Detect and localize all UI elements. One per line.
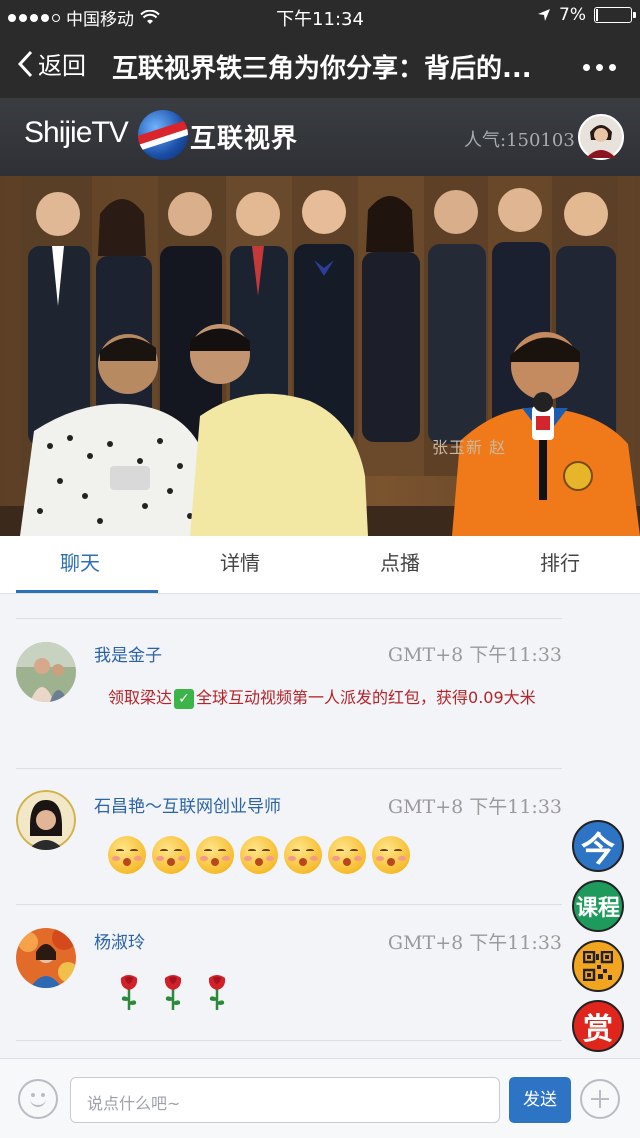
app-screen: 中国移动 下午11:34 7% 返回 互联视界铁三角为你分享：背后的... Sh… bbox=[0, 0, 640, 1138]
sender-name: 我是金子 bbox=[94, 646, 162, 666]
channel-logo-text: ShijieTV bbox=[24, 116, 129, 149]
nav-bar: 返回 互联视界铁三角为你分享：背后的... bbox=[0, 32, 640, 98]
video-caption: 张玉新 赵 bbox=[432, 438, 507, 457]
message-text: 领取梁达 ✓ 全球互动视频第一人派发的红包，获得0.09大米 bbox=[108, 680, 548, 716]
battery-icon bbox=[594, 7, 636, 23]
rose-icon bbox=[120, 975, 138, 1010]
today-button[interactable]: 今 bbox=[572, 820, 624, 872]
channel-logo-cn: 互联视界 bbox=[190, 124, 299, 154]
course-button[interactable]: 课程 bbox=[572, 880, 624, 932]
chevron-left-icon bbox=[17, 50, 33, 77]
chat-list[interactable]: 我是金子 GMT+8 下午11:33 领取梁达 ✓ 全球互动视频第一人派发的红包，获… bbox=[0, 594, 640, 1058]
video-scene bbox=[0, 176, 640, 536]
emoji-row bbox=[108, 836, 410, 874]
avatar[interactable] bbox=[16, 790, 76, 850]
message-time: GMT+8 下午11:33 bbox=[387, 644, 562, 666]
avatar[interactable] bbox=[16, 928, 76, 988]
page-title: 互联视界铁三角为你分享：背后的... bbox=[112, 54, 532, 84]
chat-message: 石昌艳～互联网创业导师 GMT+8 下午11:33 bbox=[0, 790, 640, 900]
plus-icon[interactable] bbox=[580, 1079, 620, 1119]
sender-name: 石昌艳～互联网创业导师 bbox=[94, 797, 281, 817]
battery-percent: 7% bbox=[559, 5, 586, 25]
chat-message: 杨淑玲 GMT+8 下午11:33 bbox=[0, 926, 640, 1036]
message-time: GMT+8 下午11:33 bbox=[387, 932, 562, 954]
send-button[interactable]: 发送 bbox=[509, 1077, 571, 1123]
check-mark-icon: ✓ bbox=[174, 688, 195, 709]
tab-vod[interactable]: 点播 bbox=[320, 536, 480, 593]
live-video[interactable]: 张玉新 赵 bbox=[0, 176, 640, 536]
tab-details[interactable]: 详情 bbox=[160, 536, 320, 593]
input-bar: 说点什么吧~ 发送 bbox=[0, 1058, 640, 1138]
divider bbox=[16, 768, 562, 769]
avatar[interactable] bbox=[16, 642, 76, 702]
emoji-picker-icon[interactable] bbox=[18, 1079, 58, 1119]
qr-code-icon bbox=[583, 951, 613, 981]
kissing-face-icon bbox=[196, 836, 234, 874]
divider bbox=[16, 618, 562, 619]
kissing-face-icon bbox=[108, 836, 146, 874]
tab-ranking[interactable]: 排行 bbox=[480, 536, 640, 593]
kissing-face-icon bbox=[240, 836, 278, 874]
rose-row bbox=[116, 972, 230, 1012]
chat-message: 我是金子 GMT+8 下午11:33 领取梁达 ✓ 全球互动视频第一人派发的红包，获… bbox=[0, 638, 640, 768]
tab-bar: 聊天 详情 点播 排行 bbox=[0, 536, 640, 594]
popularity-count: 人气:150103 bbox=[464, 130, 575, 151]
kissing-face-icon bbox=[372, 836, 410, 874]
more-menu-button[interactable] bbox=[583, 64, 616, 71]
rose-icon bbox=[208, 975, 226, 1010]
qr-code-button[interactable] bbox=[572, 940, 624, 992]
status-bar: 中国移动 下午11:34 7% bbox=[0, 0, 640, 32]
globe-logo-icon bbox=[138, 110, 188, 160]
back-label: 返回 bbox=[38, 52, 86, 80]
divider bbox=[16, 904, 562, 905]
message-text-part: 领取梁达 bbox=[108, 688, 173, 707]
tab-chat[interactable]: 聊天 bbox=[0, 536, 160, 593]
message-time: GMT+8 下午11:33 bbox=[387, 796, 562, 818]
message-text-part: 全球互动视频第一人派发的红包，获得0.09大米 bbox=[196, 688, 536, 707]
back-button[interactable]: 返回 bbox=[16, 46, 86, 81]
location-arrow-icon bbox=[538, 9, 551, 21]
rose-icon bbox=[164, 975, 182, 1010]
kissing-face-icon bbox=[284, 836, 322, 874]
divider bbox=[16, 1040, 562, 1041]
chat-input[interactable]: 说点什么吧~ bbox=[70, 1077, 500, 1123]
channel-header: ShijieTV 互联视界 人气:150103 bbox=[0, 98, 640, 176]
kissing-face-icon bbox=[152, 836, 190, 874]
host-avatar[interactable] bbox=[578, 114, 624, 160]
kissing-face-icon bbox=[328, 836, 366, 874]
reward-button[interactable]: 赏 bbox=[572, 1000, 624, 1052]
sender-name: 杨淑玲 bbox=[94, 933, 145, 953]
